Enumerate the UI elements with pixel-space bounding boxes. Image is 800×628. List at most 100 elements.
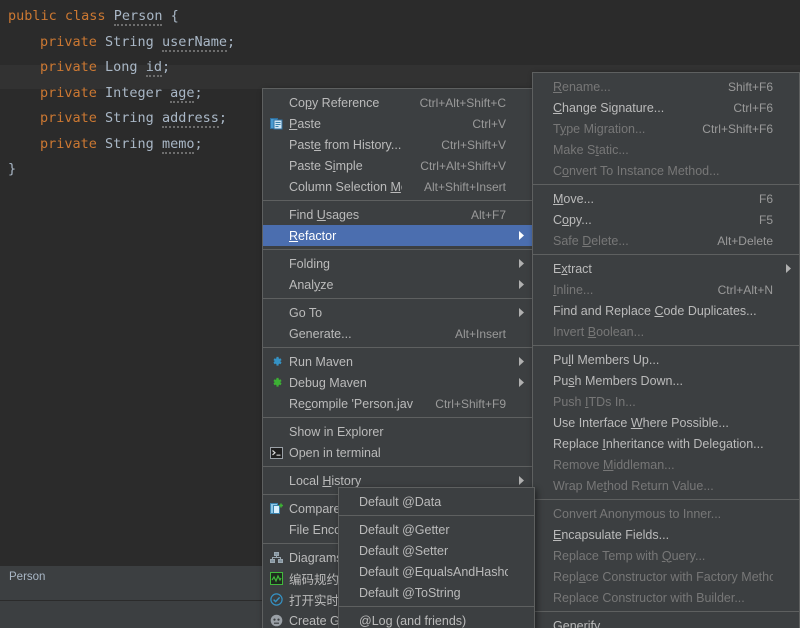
compare-icon (265, 501, 287, 517)
code-token: private (40, 34, 97, 50)
menu-separator (533, 254, 799, 255)
code-token: String (105, 136, 154, 152)
menu-item-label: Default @EqualsAndHashcode (339, 565, 508, 579)
breadcrumb[interactable]: Person (9, 571, 45, 583)
code-token: userName (162, 34, 227, 52)
menu-item-label: Column Selection Mode (287, 180, 402, 194)
code-token: id (146, 59, 162, 77)
submenu-arrow-icon (516, 476, 526, 485)
menu-item-icon-placeholder (265, 207, 287, 223)
menu-separator (533, 611, 799, 612)
menu-item-icon-placeholder (265, 396, 287, 412)
menu-item-go-to[interactable]: Go To (263, 302, 532, 323)
menu-item-log-and-friends[interactable]: @Log (and friends) (339, 610, 534, 628)
menu-item-change-signature[interactable]: Change Signature...Ctrl+F6 (533, 97, 799, 118)
menu-item-debug-maven[interactable]: Debug Maven (263, 372, 532, 393)
refactor-submenu[interactable]: Rename...Shift+F6Change Signature...Ctrl… (532, 72, 800, 628)
menu-item-label: Local History (287, 474, 506, 488)
menu-item-find-and-replace-code-duplicates[interactable]: Find and Replace Code Duplicates... (533, 300, 799, 321)
code-token: private (40, 136, 97, 152)
menu-item-recompile-person-java[interactable]: Recompile 'Person.java'Ctrl+Shift+F9 (263, 393, 532, 414)
submenu-arrow-icon (516, 357, 526, 366)
menu-item-icon-placeholder (265, 424, 287, 440)
menu-item-open-in-terminal[interactable]: Open in terminal (263, 442, 532, 463)
menu-item-default-getter[interactable]: Default @Getter (339, 519, 534, 540)
menu-item-replace-inheritance-with-delegation[interactable]: Replace Inheritance with Delegation... (533, 433, 799, 454)
menu-item-column-selection-mode[interactable]: Column Selection ModeAlt+Shift+Insert (263, 176, 532, 197)
maven-run-icon (265, 354, 287, 370)
menu-item-safe-delete: Safe Delete...Alt+Delete (533, 230, 799, 251)
code-token: } (8, 161, 16, 177)
realtime-check-icon (265, 592, 287, 608)
menu-item-shortcut: Alt+F7 (449, 208, 506, 222)
menu-item-label: Extract (533, 262, 773, 276)
menu-item-label: Copy... (533, 213, 737, 227)
menu-item-make-static: Make Static... (533, 139, 799, 160)
menu-item-label: Use Interface Where Possible... (533, 416, 773, 430)
menu-item-icon-placeholder (265, 522, 287, 538)
menu-item-shortcut: Ctrl+Shift+F6 (680, 122, 773, 136)
menu-item-label: Wrap Method Return Value... (533, 479, 773, 493)
menu-item-default-tostring[interactable]: Default @ToString (339, 582, 534, 603)
menu-item-label: Convert To Instance Method... (533, 164, 773, 178)
menu-item-icon-placeholder (265, 305, 287, 321)
menu-item-label: Push ITDs In... (533, 395, 773, 409)
menu-item-move[interactable]: Move...F6 (533, 188, 799, 209)
menu-item-default-setter[interactable]: Default @Setter (339, 540, 534, 561)
menu-item-shortcut: F5 (737, 213, 773, 227)
menu-item-label: Find and Replace Code Duplicates... (533, 304, 773, 318)
code-token (154, 34, 162, 50)
menu-item-replace-temp-with-query: Replace Temp with Query... (533, 545, 799, 566)
menu-item-default-data[interactable]: Default @Data (339, 491, 534, 512)
menu-item-generate[interactable]: Generate...Alt+Insert (263, 323, 532, 344)
menu-item-label: Inline... (533, 283, 696, 297)
menu-item-copy-reference[interactable]: Copy ReferenceCtrl+Alt+Shift+C (263, 92, 532, 113)
github-gist-icon (265, 613, 287, 628)
menu-item-encapsulate-fields[interactable]: Encapsulate Fields... (533, 524, 799, 545)
diagrams-icon (265, 550, 287, 566)
code-token (106, 8, 114, 24)
code-line: private Long id; (40, 55, 170, 79)
code-token: class (65, 8, 106, 24)
menu-item-label: Recompile 'Person.java' (287, 397, 413, 411)
menu-item-analyze[interactable]: Analyze (263, 274, 532, 295)
code-token: Integer (105, 85, 162, 101)
menu-item-find-usages[interactable]: Find UsagesAlt+F7 (263, 204, 532, 225)
menu-separator (533, 184, 799, 185)
menu-item-refactor[interactable]: Refactor (263, 225, 532, 246)
ide-window: public class Person {private String user… (0, 0, 800, 628)
menu-item-shortcut: Ctrl+Shift+F9 (413, 397, 506, 411)
lombok-submenu[interactable]: Default @Data Default @GetterDefault @Set… (338, 487, 535, 628)
submenu-arrow-icon (783, 264, 793, 273)
code-line: } (8, 157, 16, 181)
code-line: private String userName; (40, 30, 235, 54)
menu-item-icon-placeholder (265, 277, 287, 293)
code-token: public (8, 8, 57, 24)
menu-item-shortcut: Ctrl+V (450, 117, 506, 131)
menu-item-shortcut: Ctrl+Alt+Shift+V (398, 159, 506, 173)
menu-item-shortcut: Alt+Shift+Insert (402, 180, 506, 194)
code-token: private (40, 59, 97, 75)
code-token (97, 136, 105, 152)
menu-separator (263, 298, 532, 299)
menu-item-copy[interactable]: Copy...F5 (533, 209, 799, 230)
menu-item-paste[interactable]: PasteCtrl+V (263, 113, 532, 134)
menu-item-run-maven[interactable]: Run Maven (263, 351, 532, 372)
menu-item-paste-simple[interactable]: Paste SimpleCtrl+Alt+Shift+V (263, 155, 532, 176)
menu-item-folding[interactable]: Folding (263, 253, 532, 274)
menu-item-shortcut: Ctrl+Alt+Shift+C (398, 96, 506, 110)
menu-item-push-itds-in: Push ITDs In... (533, 391, 799, 412)
menu-item-push-members-down[interactable]: Push Members Down... (533, 370, 799, 391)
menu-item-label: Safe Delete... (533, 234, 695, 248)
menu-item-use-interface-where-possible[interactable]: Use Interface Where Possible... (533, 412, 799, 433)
menu-item-paste-from-history[interactable]: Paste from History...Ctrl+Shift+V (263, 134, 532, 155)
menu-item-shortcut: Alt+Insert (433, 327, 506, 341)
menu-item-default-equalsandhashcode[interactable]: Default @EqualsAndHashcode (339, 561, 534, 582)
menu-item-pull-members-up[interactable]: Pull Members Up... (533, 349, 799, 370)
menu-item-label: Show in Explorer (287, 425, 506, 439)
menu-item-extract[interactable]: Extract (533, 258, 799, 279)
menu-item-show-in-explorer[interactable]: Show in Explorer (263, 421, 532, 442)
menu-item-generify[interactable]: Generify... (533, 615, 799, 628)
menu-item-invert-boolean: Invert Boolean... (533, 321, 799, 342)
menu-item-icon-placeholder (265, 326, 287, 342)
